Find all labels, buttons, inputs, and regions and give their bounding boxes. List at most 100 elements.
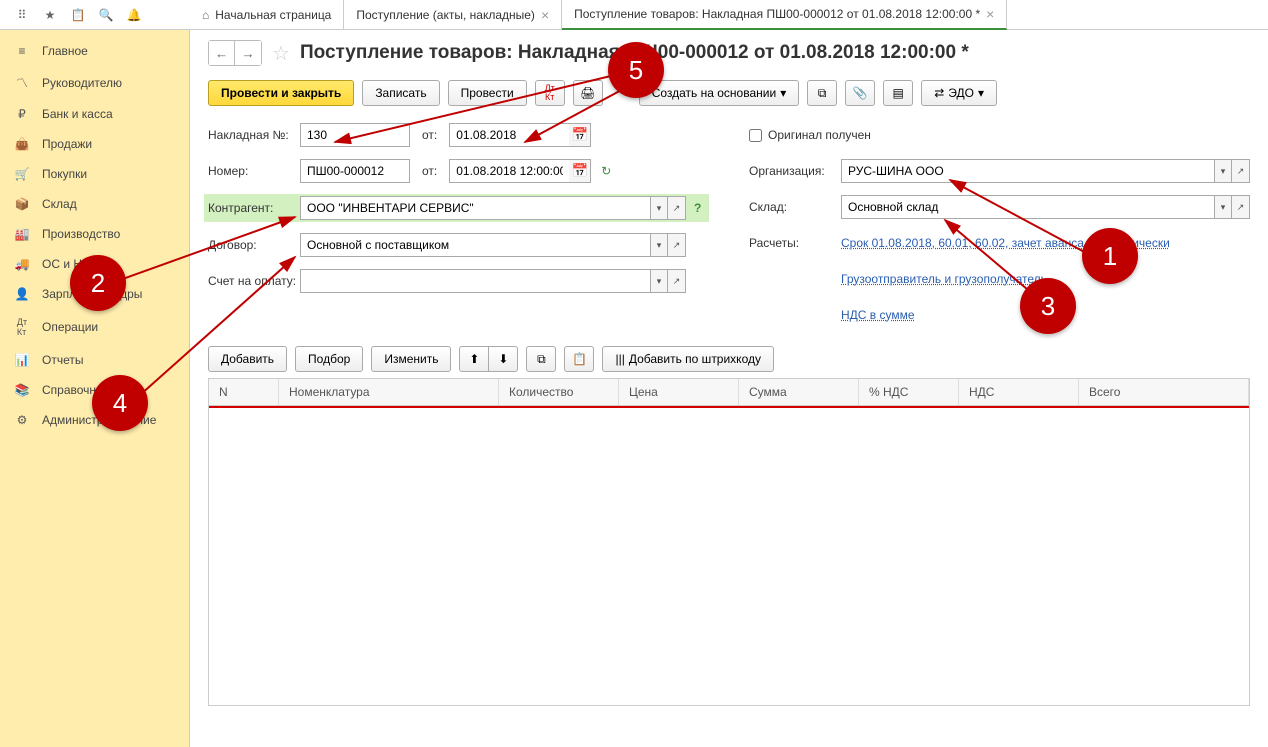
edo-button[interactable]: ⇄ ЭДО ▾ — [921, 80, 997, 106]
sidebar-item-manager[interactable]: 〽Руководителю — [0, 66, 189, 99]
org-input[interactable] — [841, 159, 1214, 183]
tabs-bar: ⌂ Начальная страница Поступление (акты, … — [190, 0, 1268, 30]
sidebar-item-label: Операции — [42, 320, 98, 334]
open-button[interactable]: ↗ — [668, 269, 686, 293]
dropdown-button[interactable]: ▾ — [1214, 159, 1232, 183]
settlements-label: Расчеты: — [749, 236, 841, 250]
dropdown-button[interactable]: ▾ — [650, 269, 668, 293]
move-up-button[interactable]: ⬆ — [459, 346, 489, 372]
add-by-barcode-button[interactable]: ||| Добавить по штрихкоду — [602, 346, 774, 372]
close-icon[interactable]: × — [986, 6, 994, 22]
truck-icon: 🚚 — [14, 257, 30, 271]
calendar-icon[interactable]: 📅 — [569, 123, 591, 147]
open-button[interactable]: ↗ — [668, 233, 686, 257]
number-input[interactable] — [300, 159, 410, 183]
edit-button[interactable]: Изменить — [371, 346, 451, 372]
col-sum: Сумма — [739, 379, 859, 405]
post-button[interactable]: Провести — [448, 80, 527, 106]
contract-input[interactable] — [300, 233, 650, 257]
settlements-link[interactable]: Срок 01.08.2018, 60.01, 60.02, зачет ава… — [841, 236, 1170, 250]
forward-button[interactable]: → — [235, 41, 261, 65]
show-button[interactable]: ▤ — [883, 80, 913, 106]
ruble-icon: ₽ — [14, 107, 30, 121]
tab-label: Поступление товаров: Накладная ПШ00-0000… — [574, 7, 980, 21]
sidebar-item-operations[interactable]: ДтКтОперации — [0, 309, 189, 345]
number-date-input[interactable] — [449, 159, 569, 183]
star-icon[interactable]: ★ — [36, 1, 64, 29]
bag-icon: 👜 — [14, 137, 30, 151]
table-body[interactable] — [208, 406, 1250, 706]
copy-button[interactable]: ⧉ — [526, 346, 556, 372]
sidebar-item-label: Справочники — [42, 383, 115, 397]
calendar-icon[interactable]: 📅 — [569, 159, 591, 183]
sidebar-item-refs[interactable]: 📚 Справочники — [0, 375, 189, 405]
favorite-star-icon[interactable]: ☆ — [272, 41, 290, 66]
sidebar-item-label: Производство — [42, 227, 120, 241]
close-icon[interactable]: × — [541, 7, 549, 23]
dropdown-button[interactable]: ▾ — [650, 196, 668, 220]
counterparty-input[interactable] — [300, 196, 650, 220]
nav-buttons: ← → — [208, 40, 262, 66]
sidebar-item-label: Продажи — [42, 137, 92, 151]
warehouse-input[interactable] — [841, 195, 1214, 219]
invoice-for-payment-input[interactable] — [300, 269, 650, 293]
factory-icon: 🏭 — [14, 227, 30, 241]
number-label: Номер: — [208, 164, 300, 178]
sidebar-item-label: Администрирование — [42, 413, 156, 427]
sidebar-item-hr[interactable]: 👤Зарплата и кадры — [0, 279, 189, 309]
open-button[interactable]: ↗ — [1232, 195, 1250, 219]
pick-button[interactable]: Подбор — [295, 346, 363, 372]
book-icon: 📚 — [14, 383, 30, 397]
original-received-checkbox[interactable] — [749, 129, 762, 142]
structure-button[interactable]: ⧉ — [807, 80, 837, 106]
search-icon[interactable]: 🔍 — [92, 1, 120, 29]
sidebar-item-production[interactable]: 🏭 Производство — [0, 219, 189, 249]
invoice-date-input[interactable] — [449, 123, 569, 147]
bell-icon[interactable]: 🔔 — [120, 1, 148, 29]
sidebar-item-admin[interactable]: ⚙ Администрирование — [0, 405, 189, 435]
sidebar-item-label: Руководителю — [42, 76, 122, 90]
col-price: Цена — [619, 379, 739, 405]
tab-home[interactable]: ⌂ Начальная страница — [190, 0, 344, 29]
print-button[interactable]: 🖨 — [573, 80, 603, 106]
vat-link[interactable]: НДС в сумме — [841, 308, 915, 322]
shipper-link[interactable]: Грузоотправитель и грузополучатель — [841, 272, 1047, 286]
sidebar-item-warehouse[interactable]: 📦Склад — [0, 189, 189, 219]
home-icon: ⌂ — [202, 8, 209, 22]
post-and-close-button[interactable]: Провести и закрыть — [208, 80, 354, 106]
from-label-2: от: — [422, 164, 437, 178]
add-row-button[interactable]: Добавить — [208, 346, 287, 372]
open-button[interactable]: ↗ — [1232, 159, 1250, 183]
attachment-button[interactable]: 📎 — [845, 80, 875, 106]
apps-icon[interactable]: ⠿ — [8, 1, 36, 29]
org-label: Организация: — [749, 164, 841, 178]
sidebar-item-sales[interactable]: 👜 Продажи — [0, 129, 189, 159]
sidebar-item-assets[interactable]: 🚚ОС и НМА — [0, 249, 189, 279]
sidebar-item-label: Главное — [42, 44, 88, 58]
dropdown-button[interactable]: ▾ — [650, 233, 668, 257]
dropdown-button[interactable]: ▾ — [1214, 195, 1232, 219]
dk-button[interactable]: ДтКт — [535, 80, 565, 106]
back-button[interactable]: ← — [209, 41, 235, 65]
tab-receipts[interactable]: Поступление (акты, накладные) × — [344, 0, 562, 29]
move-down-button[interactable]: ⬇ — [488, 346, 518, 372]
write-button[interactable]: Записать — [362, 80, 439, 106]
tab-current-doc[interactable]: Поступление товаров: Накладная ПШ00-0000… — [562, 0, 1007, 30]
gear-icon: ⚙ — [14, 413, 30, 427]
help-icon[interactable]: ? — [694, 201, 701, 215]
sidebar-item-purchases[interactable]: 🛒Покупки — [0, 159, 189, 189]
sidebar-item-bank[interactable]: ₽Банк и касса — [0, 99, 189, 129]
tab-label: Начальная страница — [215, 8, 331, 22]
col-n: N — [209, 379, 279, 405]
sidebar-item-reports[interactable]: 📊Отчеты — [0, 345, 189, 375]
person-icon: 👤 — [14, 287, 30, 301]
contract-label: Договор: — [208, 238, 300, 252]
refresh-icon[interactable]: ↻ — [601, 164, 611, 178]
invoice-no-input[interactable] — [300, 123, 410, 147]
clipboard-icon[interactable]: 📋 — [64, 1, 92, 29]
original-received-label: Оригинал получен — [768, 128, 871, 142]
sidebar-item-main[interactable]: ≡Главное — [0, 36, 189, 66]
open-button[interactable]: ↗ — [668, 196, 686, 220]
create-based-button[interactable]: Создать на основании ▾ — [639, 80, 800, 106]
paste-button[interactable]: 📋 — [564, 346, 594, 372]
